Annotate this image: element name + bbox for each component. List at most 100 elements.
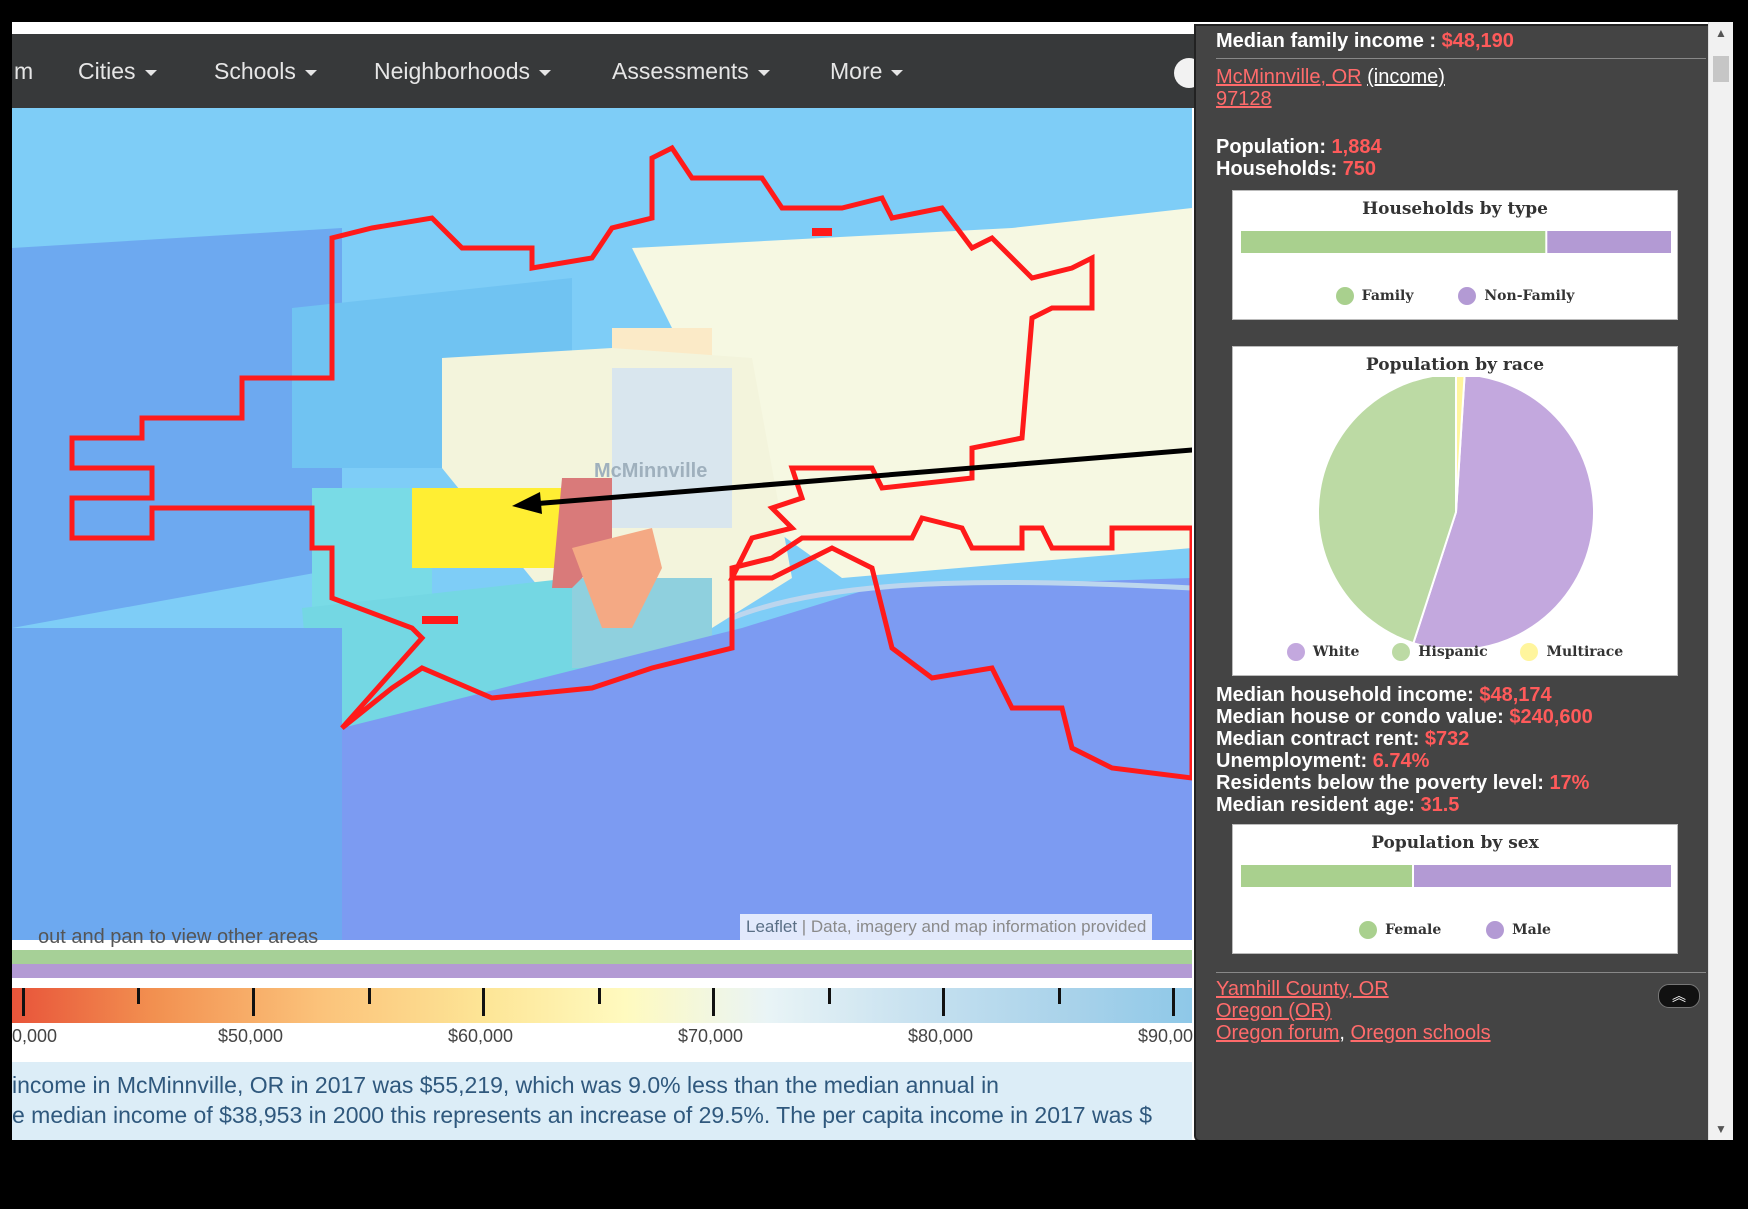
legend-item-female[interactable]: Female xyxy=(1359,921,1441,939)
bar-segment-family[interactable] xyxy=(1241,231,1547,253)
stat-value: 1,884 xyxy=(1331,136,1382,158)
screen-frame: m Cities Schools Neighborhoods Assessmen… xyxy=(0,0,1748,1209)
households-row: Households: 750 xyxy=(1216,158,1376,181)
nav-item-assessments[interactable]: Assessments xyxy=(612,58,770,85)
male-dot-icon xyxy=(1486,921,1505,939)
divider xyxy=(1216,972,1706,973)
caret-down-icon xyxy=(539,69,552,76)
hispanic-dot-icon xyxy=(1392,643,1411,661)
nav-item-more[interactable]: More xyxy=(830,58,904,85)
zoom-hint-text: out and pan to view other areas xyxy=(38,926,319,948)
segment-separator xyxy=(1545,231,1548,253)
bar-segment-male[interactable] xyxy=(1413,865,1671,887)
income-legend: 0,000 $50,000 $60,000 $70,000 $80,000 $9… xyxy=(12,988,1194,1046)
stat-value: 17% xyxy=(1549,772,1590,794)
stat-row: Residents below the poverty level: 17% xyxy=(1216,772,1589,795)
legend-item-non-family[interactable]: Non-Family xyxy=(1458,287,1575,305)
legend-tick xyxy=(368,988,371,1004)
chart-title: Population by race xyxy=(1365,355,1545,375)
stat-label: Population: xyxy=(1216,136,1332,158)
scroll-down-arrow-icon[interactable]: ▼ xyxy=(1709,1118,1733,1140)
legend-label: $70,000 xyxy=(678,1026,744,1046)
state-row: Oregon (OR) xyxy=(1216,1000,1332,1023)
stat-value: 750 xyxy=(1342,158,1377,180)
legend-tick xyxy=(137,988,140,1004)
legend-tick xyxy=(598,988,601,1004)
nonfamily-dot-icon xyxy=(1458,287,1477,305)
chart-legend: Female Male xyxy=(1233,921,1677,939)
stat-label: Unemployment: xyxy=(1216,750,1373,772)
legend-tick xyxy=(828,988,831,1004)
description-line: income in McMinnville, OR in 2017 was $5… xyxy=(12,1072,999,1098)
place-link[interactable]: McMinnville, OR xyxy=(1216,66,1362,88)
county-link[interactable]: Yamhill County, OR xyxy=(1216,978,1389,1000)
stat-row: Unemployment: 6.74% xyxy=(1216,750,1429,773)
nav-item-cities[interactable]: Cities xyxy=(78,58,157,85)
state-link[interactable]: Oregon (OR) xyxy=(1216,1000,1332,1022)
legend-label: 0,000 xyxy=(12,1026,58,1046)
bar-segment-female[interactable] xyxy=(1241,865,1413,887)
link-separator: , xyxy=(1339,1022,1351,1044)
family-dot-icon xyxy=(1335,287,1354,305)
collapse-button[interactable]: ︽ xyxy=(1658,984,1700,1008)
caret-down-icon xyxy=(757,69,770,76)
page-scrollbar[interactable]: ▲ ▼ xyxy=(1708,22,1733,1140)
schools-link[interactable]: Oregon schools xyxy=(1351,1022,1491,1044)
nav-item-partial[interactable]: m xyxy=(14,58,33,85)
boundary-fragment xyxy=(812,228,832,236)
legend-text: White xyxy=(1312,644,1360,660)
stat-value: $240,600 xyxy=(1509,706,1593,728)
nav-item-neighborhoods[interactable]: Neighborhoods xyxy=(374,58,552,85)
family-strip xyxy=(12,950,1192,964)
forum-link[interactable]: Oregon forum xyxy=(1216,1022,1339,1044)
chart-legend: White Hispanic Multirace xyxy=(1233,643,1677,661)
stat-value: $48,174 xyxy=(1479,684,1552,706)
income-link[interactable]: (income) xyxy=(1367,66,1445,88)
legend-tick xyxy=(712,988,715,1016)
legend-tick xyxy=(1172,988,1175,1016)
stat-row: Median household income: $48,174 xyxy=(1216,684,1552,707)
caret-down-icon xyxy=(891,69,904,76)
legend-label: $60,000 xyxy=(448,1026,514,1046)
legend-gradient xyxy=(12,988,1192,1023)
scroll-thumb[interactable] xyxy=(1713,56,1729,82)
nav-item-schools[interactable]: Schools xyxy=(214,58,317,85)
households-by-type-chart: Households by type Family Non-Family xyxy=(1232,190,1678,320)
legend-label: $90,00 xyxy=(1138,1026,1194,1046)
legend-label: $80,000 xyxy=(908,1026,974,1046)
legend-item-hispanic[interactable]: Hispanic xyxy=(1392,643,1488,661)
nav-label: More xyxy=(830,58,883,84)
zip-link[interactable]: 97128 xyxy=(1216,88,1272,110)
race-pie xyxy=(1317,377,1595,647)
sex-bar xyxy=(1241,865,1671,887)
stat-label: Median household income: xyxy=(1216,684,1480,706)
legend-item-family[interactable]: Family xyxy=(1335,287,1414,305)
legend-text: Non-Family xyxy=(1484,288,1575,304)
stat-label: Median resident age: xyxy=(1216,794,1421,816)
place-links: McMinnville, OR (income) xyxy=(1216,66,1445,89)
area-info-popup: Median family income : $48,190 McMinnvil… xyxy=(1194,24,1708,1140)
legend-item-multirace[interactable]: Multirace xyxy=(1520,643,1623,661)
multirace-dot-icon xyxy=(1520,643,1539,661)
web-page: m Cities Schools Neighborhoods Assessmen… xyxy=(12,22,1708,1140)
stat-value: 6.74% xyxy=(1372,750,1430,772)
legend-item-white[interactable]: White xyxy=(1286,643,1360,661)
scroll-up-arrow-icon[interactable]: ▲ xyxy=(1709,22,1733,44)
median-family-income: Median family income : $48,190 xyxy=(1216,30,1514,53)
county-row: Yamhill County, OR xyxy=(1216,978,1389,1001)
bar-segment-non-family[interactable] xyxy=(1546,231,1671,253)
population-row: Population: 1,884 xyxy=(1216,136,1382,159)
choropleth-map[interactable]: McMinnville Leaflet | Data, imagery and … xyxy=(12,108,1192,940)
divider xyxy=(1216,58,1706,59)
stat-label: Households: xyxy=(1216,158,1343,180)
nav-label: Cities xyxy=(78,58,136,84)
boundary-fragment xyxy=(422,616,458,624)
stat-value: $48,190 xyxy=(1441,30,1514,52)
population-by-race-chart: Population by race White Hispanic Multir… xyxy=(1232,346,1678,676)
nav-label: Schools xyxy=(214,58,296,84)
legend-item-male[interactable]: Male xyxy=(1486,921,1551,939)
legend-label: $50,000 xyxy=(218,1026,284,1046)
stat-label: Median contract rent: xyxy=(1216,728,1425,750)
white-dot-icon xyxy=(1286,643,1305,661)
segment-separator xyxy=(1412,865,1414,887)
